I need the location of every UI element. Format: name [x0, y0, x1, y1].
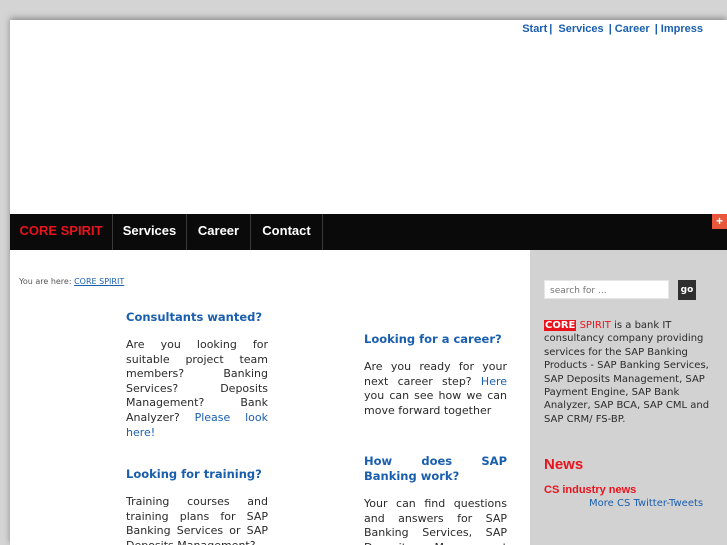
top-nav-impress-link[interactable]: Impress — [661, 23, 703, 35]
career-here-link[interactable]: Here — [481, 375, 507, 388]
top-nav-separator: | — [654, 23, 658, 35]
top-nav-separator: | — [608, 23, 612, 35]
menu-item-career[interactable]: Career — [187, 214, 251, 250]
top-nav-services-link[interactable]: Services — [558, 23, 603, 35]
consultants-heading: Consultants wanted? — [126, 310, 263, 324]
top-navigation: Start | Services | Career | Impress — [522, 23, 703, 35]
search-input[interactable] — [544, 280, 669, 299]
training-heading: Looking for training? — [126, 467, 262, 481]
career-section: Looking for a career? Are you ready for … — [364, 332, 507, 418]
expand-plus-button[interactable]: + — [712, 214, 727, 229]
page-container: Start | Services | Career | Impress CORE SP… — [10, 20, 727, 545]
consultants-text: Are you looking for suitable project tea… — [126, 338, 268, 439]
how-work-heading: How does SAP Banking work? — [364, 454, 507, 483]
industry-news-link[interactable]: CS industry news — [544, 484, 636, 496]
career-text: Are you ready for your next career step?… — [364, 360, 508, 417]
training-text: Training courses and training plans for … — [126, 495, 268, 545]
core-brand-label: CORE — [544, 320, 577, 331]
top-nav-separator: | — [549, 23, 553, 35]
main-menu-bar: CORE SPIRIT Services Career Contact — [10, 214, 727, 250]
how-work-section: How does SAP Banking work? Your can find… — [364, 454, 507, 545]
top-nav-start-link[interactable]: Start — [522, 23, 547, 35]
twitter-tweets-link[interactable]: More CS Twitter-Tweets — [589, 498, 703, 509]
breadcrumb-prefix: You are here: — [19, 277, 72, 286]
search-go-button[interactable]: go — [678, 280, 696, 300]
sidebar: go CORE SPIRIT is a bank IT consultancy … — [530, 250, 727, 545]
menu-item-core-spirit[interactable]: CORE SPIRIT — [10, 214, 113, 250]
menu-item-services[interactable]: Services — [113, 214, 187, 250]
breadcrumb-current-link[interactable]: CORE SPIRIT — [74, 277, 124, 286]
spirit-brand-label: SPIRIT — [579, 320, 611, 331]
breadcrumb: You are here: CORE SPIRIT — [19, 277, 124, 286]
how-work-text: Your can find questions and answers for … — [364, 497, 507, 545]
career-heading: Looking for a career? — [364, 332, 502, 346]
consultants-section: Consultants wanted? Are you looking for … — [126, 310, 268, 440]
training-section: Looking for training? Training courses a… — [126, 467, 268, 545]
top-nav-career-link[interactable]: Career — [615, 23, 650, 35]
about-text: CORE SPIRIT is a bank IT consultancy com… — [544, 320, 710, 425]
news-heading: News — [544, 456, 584, 473]
menu-item-contact[interactable]: Contact — [251, 214, 323, 250]
